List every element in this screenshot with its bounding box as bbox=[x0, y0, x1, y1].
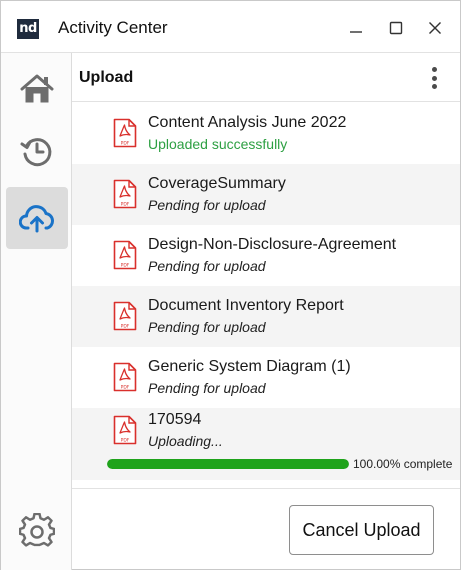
file-name: Content Analysis June 2022 bbox=[148, 114, 347, 131]
file-name: CoverageSummary bbox=[148, 175, 286, 192]
upload-list: PDF Content Analysis June 2022 Uploaded … bbox=[72, 103, 460, 480]
side-rail bbox=[1, 53, 72, 570]
cancel-upload-button[interactable]: Cancel Upload bbox=[289, 505, 434, 555]
gear-icon bbox=[19, 513, 55, 547]
panel-header: Upload bbox=[72, 53, 460, 102]
maximize-icon bbox=[389, 21, 403, 35]
panel-title: Upload bbox=[79, 69, 134, 86]
close-icon bbox=[429, 22, 441, 34]
upload-status: Pending for upload bbox=[148, 380, 266, 396]
upload-row[interactable]: PDF Design-Non-Disclosure-Agreement Pend… bbox=[72, 225, 460, 286]
rail-item-recent[interactable] bbox=[6, 120, 68, 182]
svg-text:PDF: PDF bbox=[121, 263, 130, 269]
svg-text:PDF: PDF bbox=[121, 141, 130, 147]
maximize-button[interactable] bbox=[382, 15, 410, 41]
svg-text:PDF: PDF bbox=[121, 385, 130, 391]
upload-status: Uploading... bbox=[148, 433, 223, 449]
rail-item-settings[interactable] bbox=[6, 500, 68, 562]
svg-text:PDF: PDF bbox=[121, 438, 130, 444]
file-name: Design-Non-Disclosure-Agreement bbox=[148, 236, 397, 253]
rail-item-home[interactable] bbox=[6, 58, 68, 120]
title-bar: nd Activity Center bbox=[1, 1, 460, 53]
upload-status: Pending for upload bbox=[148, 197, 266, 213]
cloud-upload-icon bbox=[19, 205, 54, 233]
svg-text:PDF: PDF bbox=[121, 202, 130, 208]
file-name: Document Inventory Report bbox=[148, 297, 344, 314]
upload-status: Pending for upload bbox=[148, 258, 266, 274]
upload-status: Uploaded successfully bbox=[148, 136, 288, 152]
close-button[interactable] bbox=[421, 15, 449, 41]
rail-item-upload[interactable] bbox=[6, 187, 68, 249]
minimize-button[interactable] bbox=[342, 15, 370, 41]
window-title: Activity Center bbox=[58, 18, 168, 37]
upload-row[interactable]: PDF Document Inventory Report Pending fo… bbox=[72, 286, 460, 347]
upload-progress-fill bbox=[107, 459, 349, 469]
pdf-file-icon: PDF bbox=[113, 118, 137, 148]
upload-row[interactable]: PDF CoverageSummary Pending for upload bbox=[72, 164, 460, 225]
upload-progress-text: 100.00% complete bbox=[353, 457, 453, 471]
panel-footer: Cancel Upload bbox=[72, 488, 460, 570]
pdf-file-icon: PDF bbox=[113, 240, 137, 270]
upload-progress-bar bbox=[107, 459, 349, 469]
home-icon bbox=[20, 74, 54, 103]
history-icon bbox=[20, 138, 52, 167]
upload-row-in-progress[interactable]: PDF 170594 Uploading... 100.00% complete bbox=[72, 408, 460, 480]
pdf-file-icon: PDF bbox=[113, 179, 137, 209]
file-name: 170594 bbox=[148, 411, 202, 428]
svg-text:PDF: PDF bbox=[121, 324, 130, 330]
pdf-file-icon: PDF bbox=[113, 362, 137, 392]
pdf-file-icon: PDF bbox=[113, 301, 137, 331]
file-name: Generic System Diagram (1) bbox=[148, 358, 351, 375]
app-logo: nd bbox=[17, 19, 39, 39]
upload-row[interactable]: PDF Generic System Diagram (1) Pending f… bbox=[72, 347, 460, 408]
upload-row[interactable]: PDF Content Analysis June 2022 Uploaded … bbox=[72, 103, 460, 164]
kebab-menu-icon[interactable] bbox=[422, 65, 446, 91]
upload-status: Pending for upload bbox=[148, 319, 266, 335]
minimize-icon bbox=[350, 31, 362, 33]
upload-panel: Upload PDF Content Analysis June 2022 Up… bbox=[72, 53, 460, 570]
pdf-file-icon: PDF bbox=[113, 415, 137, 445]
activity-center-window: nd Activity Center Upload PDF Content An… bbox=[0, 0, 461, 570]
